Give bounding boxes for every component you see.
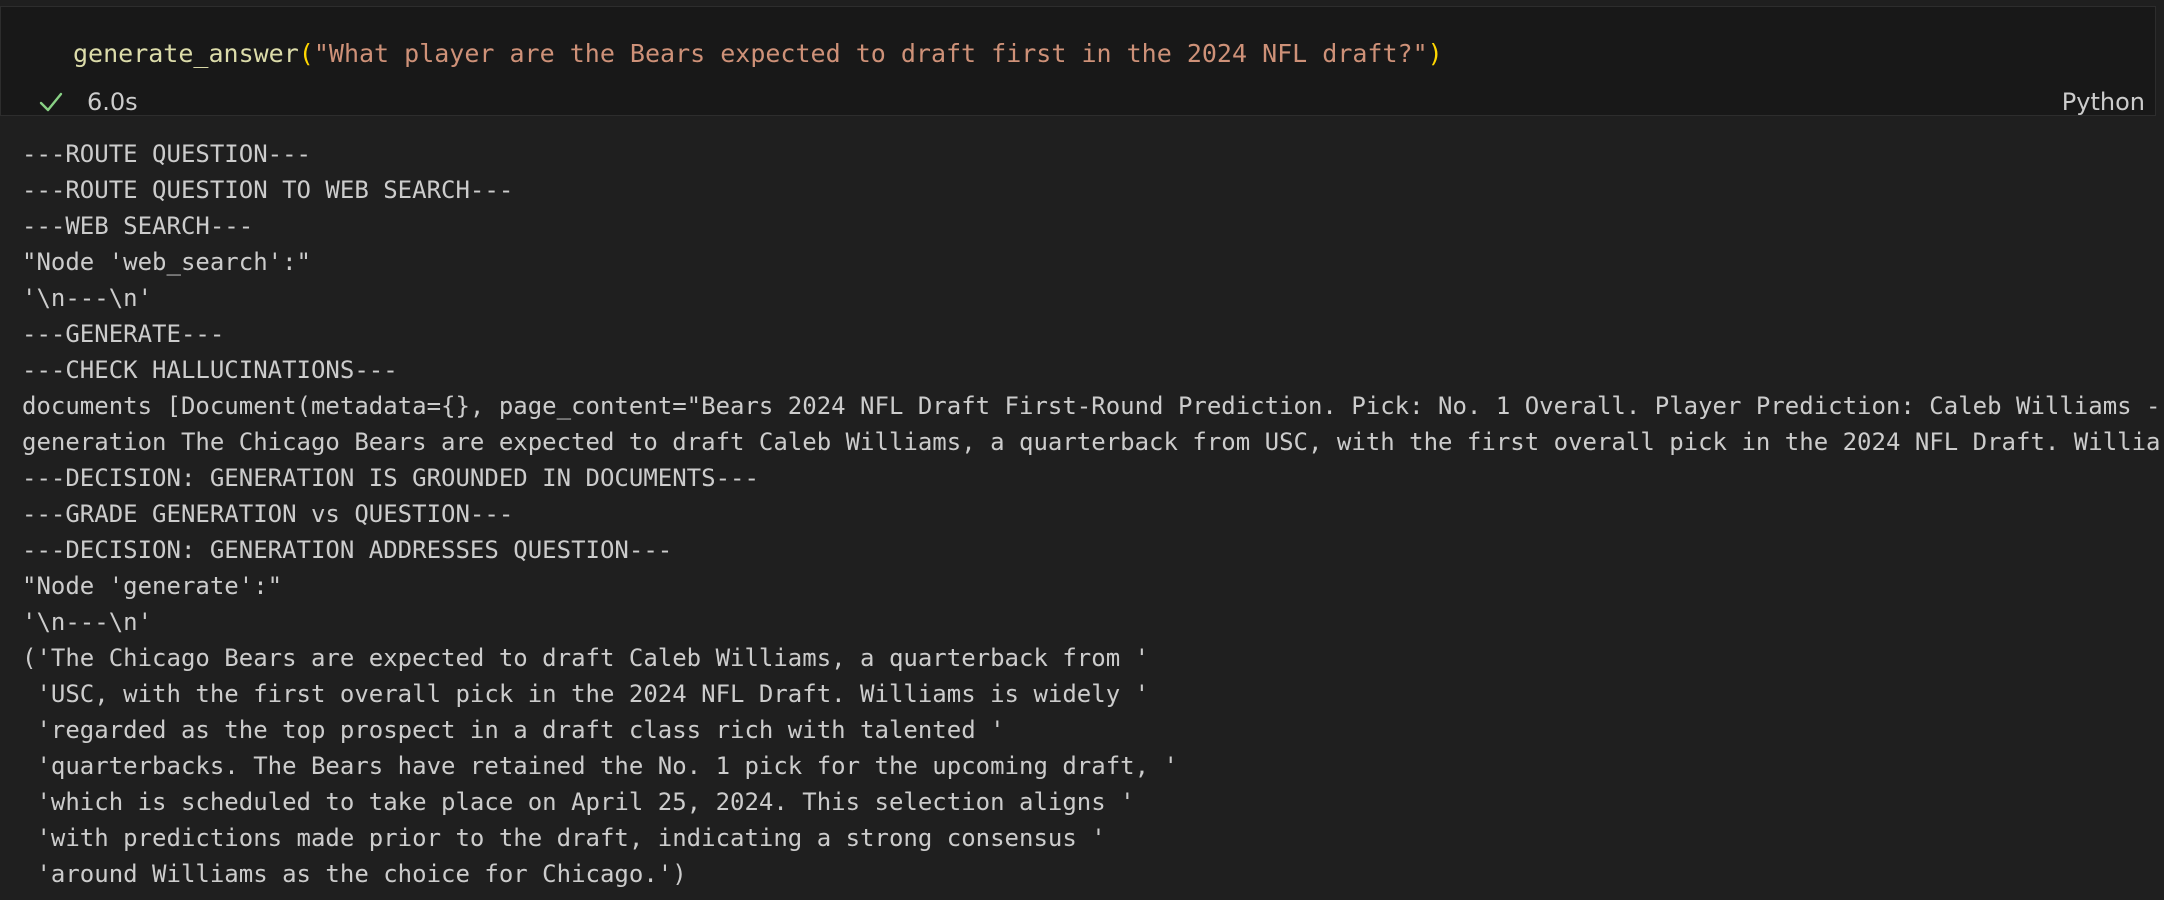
output-line: ---GRADE GENERATION vs QUESTION--- bbox=[22, 500, 514, 528]
output-line: 'USC, with the first overall pick in the… bbox=[22, 680, 1150, 708]
close-paren: ) bbox=[1427, 39, 1443, 68]
language-label[interactable]: Python bbox=[2062, 85, 2145, 119]
output-line: 'quarterbacks. The Bears have retained t… bbox=[22, 752, 1178, 780]
check-icon bbox=[39, 92, 63, 112]
question-string: "What player are the Bears expected to d… bbox=[313, 39, 1428, 68]
output-line: 'which is scheduled to take place on Apr… bbox=[22, 788, 1135, 816]
output-line: generation The Chicago Bears are expecte… bbox=[22, 428, 2161, 456]
output-line: 'with predictions made prior to the draf… bbox=[22, 824, 1106, 852]
code-cell[interactable]: generate_answer("What player are the Bea… bbox=[0, 6, 2156, 116]
execution-time: 6.0s bbox=[87, 88, 138, 116]
output-line: "Node 'generate':" bbox=[22, 572, 283, 600]
output-line: '\n---\n' bbox=[22, 608, 153, 636]
open-paren: ( bbox=[298, 39, 314, 68]
cell-output: ---ROUTE QUESTION--- ---ROUTE QUESTION T… bbox=[22, 136, 2164, 892]
output-line: ---DECISION: GENERATION ADDRESSES QUESTI… bbox=[22, 536, 673, 564]
output-line: ---CHECK HALLUCINATIONS--- bbox=[22, 356, 398, 384]
output-line: documents [Document(metadata={}, page_co… bbox=[22, 392, 2161, 420]
output-line: '\n---\n' bbox=[22, 284, 153, 312]
output-line: 'regarded as the top prospect in a draft… bbox=[22, 716, 1005, 744]
output-line: ---ROUTE QUESTION--- bbox=[22, 140, 311, 168]
execution-status: 6.0s bbox=[37, 85, 138, 119]
output-line: ('The Chicago Bears are expected to draf… bbox=[22, 644, 1150, 672]
output-line: ---GENERATE--- bbox=[22, 320, 225, 348]
function-name: generate_answer bbox=[73, 39, 299, 68]
output-line: ---ROUTE QUESTION TO WEB SEARCH--- bbox=[22, 176, 514, 204]
output-line: ---DECISION: GENERATION IS GROUNDED IN D… bbox=[22, 464, 759, 492]
output-line: ---WEB SEARCH--- bbox=[22, 212, 254, 240]
output-line: 'around Williams as the choice for Chica… bbox=[22, 860, 687, 888]
output-line: "Node 'web_search':" bbox=[22, 248, 311, 276]
code-line[interactable]: generate_answer("What player are the Bea… bbox=[73, 37, 1443, 71]
